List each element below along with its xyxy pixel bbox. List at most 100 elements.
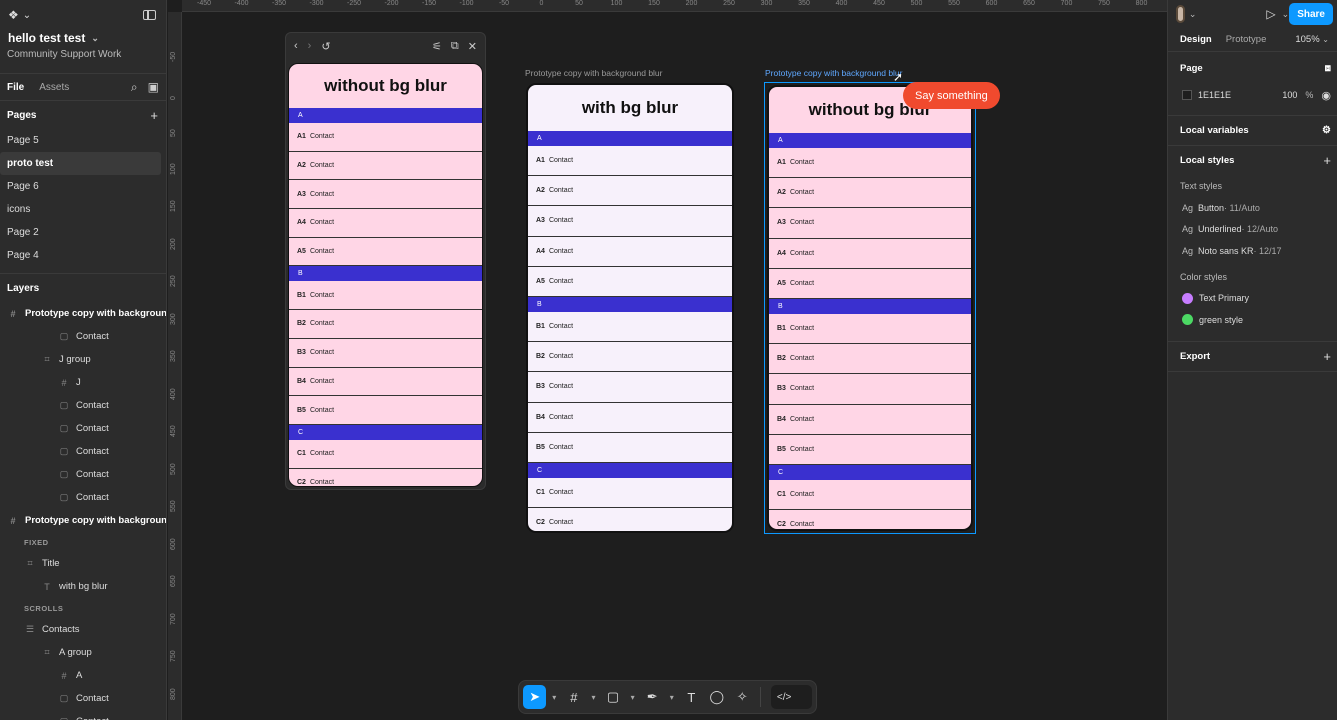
avatar[interactable] bbox=[1176, 5, 1185, 23]
chevron-down-icon[interactable]: ▾ bbox=[548, 685, 560, 709]
style-icon[interactable]: ⧈ bbox=[1325, 63, 1331, 74]
list-item[interactable]: A4 Contact bbox=[528, 237, 732, 267]
layer-row[interactable]: ▢ Contact bbox=[0, 394, 166, 417]
add-style-button[interactable]: + bbox=[1323, 153, 1331, 168]
eye-icon[interactable]: ◉ bbox=[1321, 89, 1331, 102]
layer-row[interactable]: ▢ Contact bbox=[0, 710, 166, 720]
preview-phone[interactable]: without bg blur A A1 Contact A2 Contact A3 Con… bbox=[288, 63, 483, 487]
zoom-level[interactable]: 105% ⌄ bbox=[1295, 34, 1329, 45]
list-item[interactable]: C2 Contact bbox=[528, 508, 732, 531]
list-item[interactable]: B2 Contact bbox=[289, 310, 482, 339]
frame-with-bg-blur[interactable]: with bg blur A A1 Contact A2 Contact A3 Contac… bbox=[526, 83, 734, 533]
layer-row[interactable]: ⌗ J group bbox=[0, 348, 166, 371]
present-play-icon[interactable]: ▷ bbox=[1266, 7, 1275, 21]
list-item[interactable]: A3 Contact bbox=[769, 208, 971, 239]
list-item[interactable]: C1 Contact bbox=[528, 478, 732, 509]
page-item[interactable]: Page 5 bbox=[0, 129, 166, 152]
list-item[interactable]: A4 Contact bbox=[769, 239, 971, 269]
frame-without-bg-blur[interactable]: without bg blur A A1 Contact A2 Contact A3 Con… bbox=[767, 85, 973, 531]
list-item[interactable]: A5 Contact bbox=[528, 267, 732, 297]
layer-row[interactable]: ▢ Contact bbox=[0, 486, 166, 509]
list-item[interactable]: B2 Contact bbox=[769, 344, 971, 375]
text-style-item[interactable]: Ag Noto sans KR · 12/17 bbox=[1168, 240, 1337, 262]
list-item[interactable]: B4 Contact bbox=[769, 405, 971, 435]
main-menu-button[interactable]: ❖ ⌄ bbox=[8, 8, 31, 22]
forward-arrow-icon[interactable]: › bbox=[308, 40, 312, 52]
tab-file[interactable]: File bbox=[7, 82, 24, 93]
add-page-button[interactable]: + bbox=[150, 108, 158, 123]
layer-row[interactable]: ▢ Contact bbox=[0, 440, 166, 463]
list-item[interactable]: A5 Contact bbox=[769, 269, 971, 299]
layer-row[interactable]: ▢ Contact bbox=[0, 463, 166, 486]
layer-row[interactable]: ▢ Contact bbox=[0, 417, 166, 440]
page-item[interactable]: icons bbox=[0, 198, 166, 221]
prototype-preview-window[interactable]: ‹ › ↺ ⚟ ⧉ ✕ without bg blur A A1 Contact A2… bbox=[285, 32, 486, 490]
layer-row[interactable]: ▢ Contact bbox=[0, 325, 166, 348]
list-item[interactable]: B4 Contact bbox=[289, 368, 482, 397]
list-item[interactable]: B1 Contact bbox=[528, 312, 732, 343]
variables-icon[interactable]: ⚙ bbox=[1322, 125, 1331, 136]
frame-label-middle[interactable]: Prototype copy with background blur bbox=[525, 68, 663, 78]
layer-row[interactable]: # J bbox=[0, 371, 166, 394]
frame-label-right[interactable]: Prototype copy with background blur bbox=[765, 68, 903, 78]
list-item[interactable]: A3 Contact bbox=[528, 206, 732, 237]
list-item[interactable]: A2 Contact bbox=[528, 176, 732, 207]
move-tool-icon[interactable]: ➤ bbox=[523, 685, 547, 709]
add-export-button[interactable]: + bbox=[1323, 349, 1331, 364]
restart-icon[interactable]: ↺ bbox=[321, 40, 330, 53]
layer-row[interactable]: ▢ Contact bbox=[0, 687, 166, 710]
library-icon[interactable]: ▣ bbox=[148, 80, 159, 95]
back-arrow-icon[interactable]: ‹ bbox=[294, 40, 298, 52]
comment-tool-icon[interactable]: ◯ bbox=[705, 685, 728, 709]
page-item[interactable]: Page 6 bbox=[0, 175, 166, 198]
tab-design[interactable]: Design bbox=[1180, 34, 1212, 45]
list-item[interactable]: A1 Contact bbox=[769, 148, 971, 179]
page-opacity-value[interactable]: 100 bbox=[1282, 90, 1297, 100]
local-variables-header[interactable]: Local variables bbox=[1180, 125, 1249, 136]
page-item[interactable]: proto test bbox=[0, 152, 161, 175]
share-button[interactable]: Share bbox=[1289, 3, 1333, 25]
page-item[interactable]: Page 2 bbox=[0, 221, 166, 244]
list-item[interactable]: B4 Contact bbox=[528, 403, 732, 433]
text-tool-icon[interactable]: T bbox=[680, 685, 703, 709]
dev-mode-toggle[interactable]: </> bbox=[770, 685, 813, 709]
layer-row[interactable]: Twith bg blur bbox=[0, 575, 166, 598]
layer-row[interactable]: # Prototype copy with background ... bbox=[0, 302, 166, 325]
file-title[interactable]: hello test test ⌄ bbox=[0, 31, 166, 45]
comment-bubble[interactable]: Say something bbox=[903, 82, 1000, 109]
list-item[interactable]: B5 Contact bbox=[528, 433, 732, 463]
page-background-row[interactable]: 1E1E1E 100 % ◉ bbox=[1168, 83, 1337, 107]
list-item[interactable]: C1 Contact bbox=[289, 440, 482, 469]
chevron-down-icon[interactable]: ▾ bbox=[588, 685, 600, 709]
rectangle-tool-icon[interactable]: ▢ bbox=[601, 685, 624, 709]
toggle-sidebar-icon[interactable] bbox=[143, 10, 156, 20]
color-style-item[interactable]: green style bbox=[1168, 309, 1337, 331]
text-style-item[interactable]: Ag Button · 11/Auto bbox=[1168, 197, 1337, 219]
page-color-value[interactable]: 1E1E1E bbox=[1198, 90, 1231, 100]
chevron-down-icon[interactable]: ▾ bbox=[666, 685, 678, 709]
tab-assets[interactable]: Assets bbox=[39, 82, 69, 93]
list-item[interactable]: A1 Contact bbox=[528, 146, 732, 177]
list-item[interactable]: B3 Contact bbox=[528, 372, 732, 403]
tab-prototype[interactable]: Prototype bbox=[1226, 34, 1267, 45]
list-item[interactable]: C1 Contact bbox=[769, 480, 971, 511]
color-swatch[interactable] bbox=[1182, 90, 1192, 100]
close-icon[interactable]: ✕ bbox=[468, 40, 477, 53]
list-item[interactable]: B2 Contact bbox=[528, 342, 732, 373]
text-style-item[interactable]: Ag Underlined · 12/Auto bbox=[1168, 219, 1337, 241]
list-item[interactable]: B1 Contact bbox=[769, 314, 971, 345]
chevron-down-icon[interactable]: ⌄ bbox=[1282, 9, 1290, 20]
layer-row[interactable]: ⌗ A group bbox=[0, 641, 166, 664]
list-item[interactable]: A1 Contact bbox=[289, 123, 482, 152]
list-item[interactable]: B3 Contact bbox=[769, 374, 971, 405]
canvas[interactable]: -450 -400 -350 -300 -250 -200 -150 -100 -50 0 50 10… bbox=[168, 0, 1167, 720]
chevron-down-icon[interactable]: ⌄ bbox=[1189, 9, 1197, 20]
open-in-new-icon[interactable]: ⧉ bbox=[451, 40, 459, 53]
list-item[interactable]: C2 Contact bbox=[769, 510, 971, 529]
list-item[interactable]: A2 Contact bbox=[289, 152, 482, 181]
pen-tool-icon[interactable]: ✒ bbox=[640, 685, 663, 709]
list-item[interactable]: C2 Contact bbox=[289, 469, 482, 486]
list-item[interactable]: B5 Contact bbox=[289, 396, 482, 425]
page-item[interactable]: Page 4 bbox=[0, 244, 166, 267]
frame-tool-icon[interactable]: # bbox=[562, 685, 585, 709]
